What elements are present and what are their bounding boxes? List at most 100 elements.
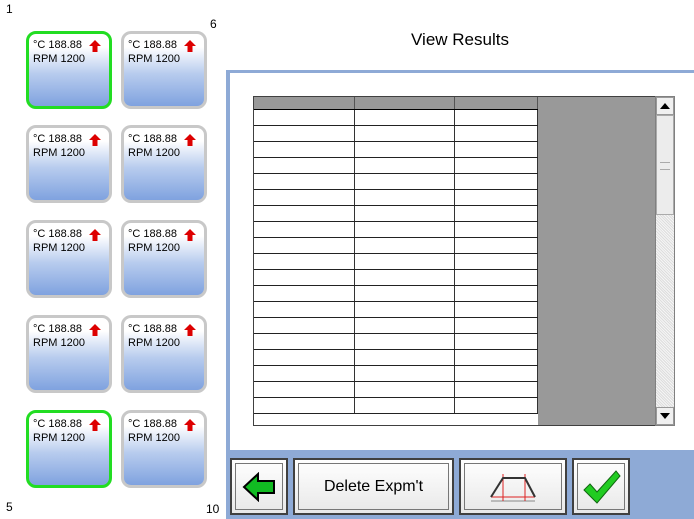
table-cell[interactable]: [354, 269, 455, 286]
table-cell[interactable]: [354, 349, 455, 366]
table-cell[interactable]: [354, 173, 455, 190]
table-cell[interactable]: [254, 205, 355, 222]
table-cell[interactable]: [454, 397, 538, 414]
table-cell[interactable]: [354, 333, 455, 350]
table-cell[interactable]: [254, 237, 355, 254]
column-header[interactable]: [254, 97, 355, 110]
experiment-tile-6[interactable]: °C 188.88 RPM 1200: [121, 31, 207, 109]
table-cell[interactable]: [354, 317, 455, 334]
table-cell[interactable]: [254, 365, 355, 382]
table-cell[interactable]: [454, 317, 538, 334]
table-row[interactable]: [254, 221, 538, 238]
experiment-tile-10[interactable]: °C 188.88 RPM 1200: [121, 410, 207, 488]
table-row[interactable]: [254, 333, 538, 350]
table-cell[interactable]: [254, 269, 355, 286]
table-row[interactable]: [254, 173, 538, 190]
table-row[interactable]: [254, 237, 538, 254]
table-row[interactable]: [254, 141, 538, 158]
table-cell[interactable]: [254, 221, 355, 238]
table-cell[interactable]: [454, 141, 538, 158]
table-cell[interactable]: [454, 381, 538, 398]
table-row[interactable]: [254, 397, 538, 414]
experiment-tile-3[interactable]: °C 188.88 RPM 1200: [26, 220, 112, 298]
table-cell[interactable]: [254, 189, 355, 206]
table-cell[interactable]: [254, 109, 355, 126]
table-cell[interactable]: [354, 205, 455, 222]
delete-experiment-button[interactable]: Delete Expm't: [293, 458, 454, 515]
table-row[interactable]: [254, 285, 538, 302]
table-cell[interactable]: [454, 221, 538, 238]
table-cell[interactable]: [254, 253, 355, 270]
experiment-tile-1[interactable]: °C 188.88 RPM 1200: [26, 31, 112, 109]
table-cell[interactable]: [354, 237, 455, 254]
scroll-down-button[interactable]: [656, 407, 674, 425]
table-cell[interactable]: [454, 365, 538, 382]
column-header[interactable]: [354, 97, 455, 110]
confirm-button[interactable]: [572, 458, 630, 515]
table-cell[interactable]: [254, 285, 355, 302]
table-cell[interactable]: [254, 301, 355, 318]
table-cell[interactable]: [454, 189, 538, 206]
temperature-profile-button[interactable]: [459, 458, 567, 515]
table-cell[interactable]: [254, 349, 355, 366]
table-row[interactable]: [254, 253, 538, 270]
table-cell[interactable]: [454, 349, 538, 366]
table-cell[interactable]: [354, 157, 455, 174]
results-table[interactable]: [253, 96, 656, 426]
table-cell[interactable]: [254, 381, 355, 398]
experiment-tile-5[interactable]: °C 188.88 RPM 1200: [26, 410, 112, 488]
table-cell[interactable]: [454, 109, 538, 126]
table-cell[interactable]: [454, 333, 538, 350]
table-cell[interactable]: [454, 157, 538, 174]
table-row[interactable]: [254, 157, 538, 174]
table-cell[interactable]: [454, 173, 538, 190]
table-cell[interactable]: [254, 125, 355, 142]
table-cell[interactable]: [354, 125, 455, 142]
table-row[interactable]: [254, 125, 538, 142]
table-row[interactable]: [254, 349, 538, 366]
table-cell[interactable]: [254, 141, 355, 158]
table-cell[interactable]: [354, 189, 455, 206]
table-cell[interactable]: [454, 253, 538, 270]
table-cell[interactable]: [254, 157, 355, 174]
scroll-up-button[interactable]: [656, 97, 674, 115]
table-row[interactable]: [254, 205, 538, 222]
table-cell[interactable]: [454, 125, 538, 142]
table-cell[interactable]: [254, 397, 355, 414]
table-cell[interactable]: [354, 301, 455, 318]
experiment-tile-9[interactable]: °C 188.88 RPM 1200: [121, 315, 207, 393]
experiment-tile-4[interactable]: °C 188.88 RPM 1200: [26, 315, 112, 393]
table-cell[interactable]: [454, 237, 538, 254]
arrow-up-icon: [184, 40, 196, 52]
scroll-thumb[interactable]: [656, 115, 674, 215]
arrow-up-icon: [184, 324, 196, 336]
table-row[interactable]: [254, 269, 538, 286]
experiment-tile-2[interactable]: °C 188.88 RPM 1200: [26, 125, 112, 203]
table-cell[interactable]: [354, 253, 455, 270]
table-cell[interactable]: [454, 285, 538, 302]
back-button[interactable]: [230, 458, 288, 515]
table-cell[interactable]: [254, 333, 355, 350]
table-cell[interactable]: [354, 365, 455, 382]
table-row[interactable]: [254, 189, 538, 206]
table-row[interactable]: [254, 301, 538, 318]
table-row[interactable]: [254, 317, 538, 334]
vertical-scrollbar[interactable]: [655, 96, 675, 426]
table-cell[interactable]: [354, 381, 455, 398]
table-cell[interactable]: [354, 109, 455, 126]
table-row[interactable]: [254, 109, 538, 126]
table-cell[interactable]: [454, 269, 538, 286]
table-row[interactable]: [254, 381, 538, 398]
column-header[interactable]: [454, 97, 538, 110]
table-cell[interactable]: [454, 205, 538, 222]
table-cell[interactable]: [354, 221, 455, 238]
table-cell[interactable]: [354, 141, 455, 158]
experiment-tile-7[interactable]: °C 188.88 RPM 1200: [121, 125, 207, 203]
table-row[interactable]: [254, 365, 538, 382]
experiment-tile-8[interactable]: °C 188.88 RPM 1200: [121, 220, 207, 298]
table-cell[interactable]: [454, 301, 538, 318]
table-cell[interactable]: [254, 173, 355, 190]
table-cell[interactable]: [254, 317, 355, 334]
table-cell[interactable]: [354, 397, 455, 414]
table-cell[interactable]: [354, 285, 455, 302]
